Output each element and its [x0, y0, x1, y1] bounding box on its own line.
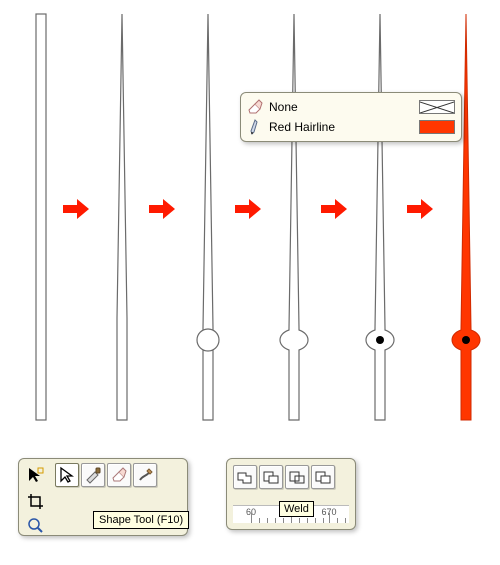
knife-tool-icon[interactable]	[81, 463, 105, 487]
zoom-tool-icon[interactable]	[23, 513, 47, 537]
arrow-icon	[233, 198, 263, 220]
tooltip-label: Weld	[284, 503, 309, 515]
intersect-icon[interactable]	[285, 465, 309, 489]
hand-step-5	[350, 8, 410, 428]
eraser-tool-icon[interactable]	[107, 463, 131, 487]
outline-option-label: Red Hairline	[269, 120, 413, 134]
trim-icon[interactable]	[259, 465, 283, 489]
pick-tool-icon[interactable]	[23, 463, 47, 487]
shaping-toolbar: 60 670 Weld	[226, 458, 356, 530]
hand-step-3	[178, 8, 238, 428]
hand-step-2	[92, 8, 152, 428]
swatch-none	[419, 100, 455, 114]
arrow-icon	[61, 198, 91, 220]
hand-step-6	[436, 8, 496, 428]
tooltip: Shape Tool (F10)	[93, 511, 189, 529]
outline-option-red-hairline[interactable]: Red Hairline	[247, 117, 455, 137]
arrow-icon	[147, 198, 177, 220]
outline-style-panel: None Red Hairline	[240, 92, 462, 142]
outline-option-label: None	[269, 100, 413, 114]
pen-icon	[247, 119, 263, 135]
simplify-icon[interactable]	[311, 465, 335, 489]
arrow-icon	[405, 198, 435, 220]
smudge-tool-icon[interactable]	[133, 463, 157, 487]
eraser-icon	[247, 99, 263, 115]
crop-tool-icon[interactable]	[23, 489, 47, 513]
tooltip: Weld	[279, 501, 314, 517]
diagram-stage: None Red Hairline	[0, 8, 500, 438]
shape-tool-icon[interactable]	[55, 463, 79, 487]
hand-step-4	[264, 8, 324, 428]
weld-icon[interactable]	[233, 465, 257, 489]
arrow-icon	[319, 198, 349, 220]
outline-option-none[interactable]: None	[247, 97, 455, 117]
shape-tool-flyout: Shape Tool (F10)	[18, 458, 188, 536]
tooltip-label: Shape Tool (F10)	[99, 514, 183, 526]
swatch-red	[419, 120, 455, 134]
